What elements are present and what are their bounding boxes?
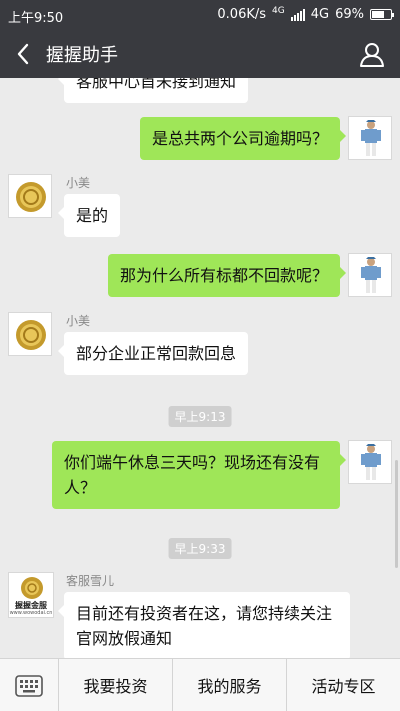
- menu-invest[interactable]: 我要投资: [59, 659, 173, 711]
- battery-percent: 69%: [335, 7, 364, 22]
- network-speed: 0.06K/s: [217, 7, 267, 22]
- battery-fill: [372, 11, 385, 18]
- message-text: 你们端午休息三天吗？现场还有没有人？: [64, 453, 321, 497]
- sender-name: 小美: [66, 176, 91, 190]
- message-bubble: 那为什么所有标都不回款呢？: [107, 254, 347, 297]
- message-bubble: 部分企业正常回款回息: [57, 332, 249, 375]
- title-bar: 握握助手: [0, 30, 400, 78]
- timestamp: 早上9:13: [168, 406, 232, 427]
- status-time: 上午9:50: [8, 11, 64, 26]
- bottom-menu: 我要投资 我的服务 活动专区: [0, 658, 400, 711]
- sender-name: 客服雪儿: [66, 574, 115, 588]
- keyboard-toggle-button[interactable]: [0, 659, 59, 711]
- person-figure-icon: [361, 257, 381, 293]
- sender-name: 小美: [66, 314, 91, 328]
- agent-avatar[interactable]: 握握金服 www.wowodai.cn: [8, 572, 54, 618]
- person-figure-icon: [361, 120, 381, 156]
- message-text: 客服中心首未接到通知: [76, 78, 237, 91]
- menu-activities[interactable]: 活动专区: [287, 659, 400, 711]
- agent-avatar[interactable]: [8, 174, 52, 218]
- chevron-left-icon: [17, 43, 29, 65]
- gold-coin-icon: [16, 182, 46, 212]
- avatar-url: www.wowodai.cn: [9, 610, 53, 616]
- user-avatar[interactable]: [348, 116, 392, 160]
- gold-coin-icon: [16, 320, 46, 350]
- timestamp: 早上9:33: [168, 538, 232, 559]
- message-bubble: 是的: [57, 194, 121, 237]
- message-text: 是的: [76, 206, 109, 225]
- profile-button[interactable]: [358, 40, 386, 68]
- avatar-label: 握握金服: [15, 601, 47, 610]
- message-bubble: 是总共两个公司逾期吗？: [139, 117, 347, 160]
- message-bubble: 目前还有投资者在这，请您持续关注官网放假通知: [58, 592, 350, 658]
- chat-area[interactable]: 客服中心首未接到通知 是总共两个公司逾期吗？ 小美 是的 那为什么所有标都不回款…: [0, 78, 400, 658]
- keyboard-icon: [15, 674, 43, 697]
- message-text: 是总共两个公司逾期吗？: [151, 129, 328, 148]
- message-bubble: 客服中心首未接到通知: [57, 78, 249, 103]
- page-title: 握握助手: [46, 45, 118, 66]
- status-bar: 上午9:50 0.06K/s 4G 4G 69%: [0, 0, 400, 30]
- status-indicators: 0.06K/s 4G 4G 69%: [217, 5, 394, 22]
- signal-icon: [290, 8, 305, 21]
- menu-my-service[interactable]: 我的服务: [173, 659, 287, 711]
- back-button[interactable]: [10, 40, 36, 68]
- message-bubble: 你们端午休息三天吗？现场还有没有人？: [52, 441, 346, 509]
- battery-icon: [370, 9, 394, 20]
- network-type-small: 4G: [272, 5, 285, 16]
- agent-avatar[interactable]: [8, 312, 52, 356]
- message-text: 那为什么所有标都不回款呢？: [119, 266, 328, 285]
- user-avatar[interactable]: [348, 440, 392, 484]
- network-type: 4G: [310, 7, 330, 22]
- message-text: 部分企业正常回款回息: [76, 344, 237, 363]
- message-text: 目前还有投资者在这，请您持续关注官网放假通知: [76, 604, 333, 648]
- person-figure-icon: [361, 444, 381, 480]
- person-icon: [360, 43, 384, 67]
- scrollbar[interactable]: [395, 460, 398, 568]
- user-avatar[interactable]: [348, 253, 392, 297]
